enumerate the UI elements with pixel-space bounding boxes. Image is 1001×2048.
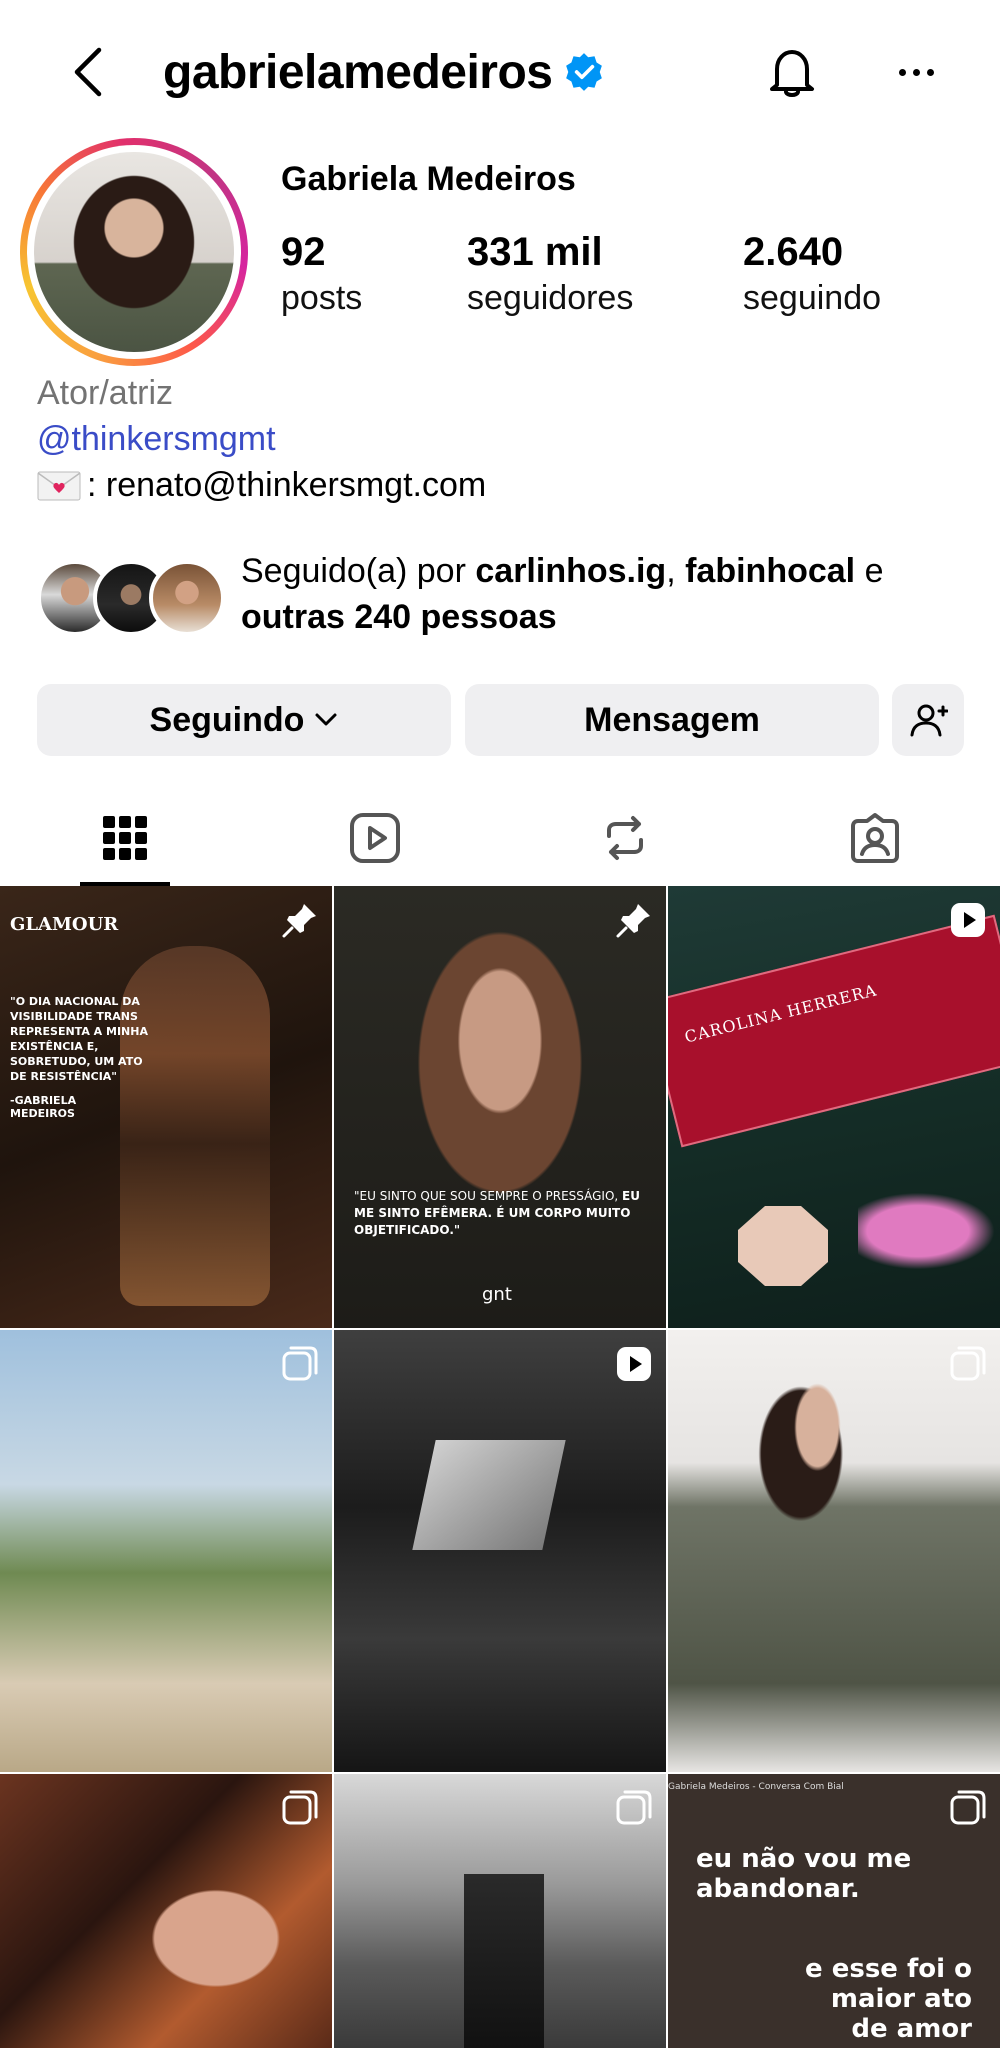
chevron-down-icon — [315, 713, 337, 726]
following-button[interactable]: Seguindo — [37, 684, 451, 756]
post-quote: "O DIA NACIONAL DA VISIBILIDADE TRANS RE… — [10, 995, 148, 1083]
post-thumbnail[interactable]: GLAMOUR "O DIA NACIONAL DA VISIBILIDADE … — [0, 886, 332, 1328]
product-cap — [738, 1206, 828, 1286]
tab-reposts[interactable] — [500, 790, 750, 886]
dot — [912, 68, 920, 76]
top-bar: gabrielamedeiros — [0, 0, 1001, 140]
channel-logo: gnt — [482, 1284, 512, 1305]
posts-grid: GLAMOUR "O DIA NACIONAL DA VISIBILIDADE … — [0, 886, 1001, 2048]
dot — [898, 68, 906, 76]
post-thumbnail[interactable] — [334, 1774, 666, 2048]
stat-following[interactable]: 2.640 seguindo — [743, 228, 881, 320]
caption-top: eu não vou me abandonar. — [696, 1844, 912, 1904]
post-thumbnail[interactable]: "EU SINTO QUE SOU SEMPRE O PRESSÁGIO, EU… — [334, 886, 666, 1328]
belt-buckle — [412, 1440, 566, 1550]
grid-icon — [103, 816, 147, 860]
tab-posts[interactable] — [0, 790, 250, 886]
carousel-icon — [282, 1790, 318, 1825]
conjunction: e — [855, 552, 884, 590]
stat-value: 331 mil — [467, 230, 603, 274]
profile-avatar — [34, 152, 234, 352]
message-button[interactable]: Mensagem — [465, 684, 879, 756]
quote-part: "EU SINTO QUE SOU SEMPRE O PRESSÁGIO, — [354, 1189, 623, 1203]
magazine-brand: GLAMOUR — [10, 914, 119, 935]
separator: , — [666, 552, 686, 590]
stat-followers[interactable]: 331 mil seguidores — [467, 228, 633, 320]
more-options-button[interactable] — [888, 42, 944, 102]
post-thumbnail[interactable] — [0, 1774, 332, 2048]
carousel-icon — [616, 1790, 652, 1825]
bio-contact: : renato@thinkersmgt.com — [37, 466, 486, 505]
carousel-icon — [282, 1346, 318, 1381]
carousel-icon — [950, 1346, 986, 1381]
followed-by-text[interactable]: Seguido(a) por carlinhos.ig, fabinhocal … — [241, 548, 981, 640]
notifications-button[interactable] — [762, 42, 822, 102]
profile-category: Ator/atriz — [37, 374, 174, 412]
contact-text: : renato@thinkersmgt.com — [87, 466, 487, 504]
carousel-icon — [950, 1790, 986, 1825]
stat-value: 92 — [281, 230, 326, 274]
figure-shape — [464, 1874, 544, 2048]
following-label: Seguindo — [149, 700, 305, 739]
profile-username: gabrielamedeiros — [163, 40, 605, 104]
add-person-icon — [910, 704, 948, 737]
post-thumbnail[interactable] — [334, 1330, 666, 1772]
post-thumbnail[interactable]: Gabriela Medeiros - Conversa Com Bial eu… — [668, 1774, 1000, 2048]
pin-icon — [282, 904, 316, 938]
mutual-user-2: fabinhocal — [685, 552, 856, 590]
story-ring[interactable] — [20, 138, 248, 366]
stat-label: posts — [281, 279, 363, 317]
display-name: Gabriela Medeiros — [281, 160, 576, 198]
bio-mention-link[interactable]: @thinkersmgmt — [37, 420, 276, 459]
reposts-icon — [607, 816, 643, 860]
post-thumbnail[interactable] — [668, 1330, 1000, 1772]
stat-label: seguidores — [467, 279, 634, 317]
mutual-others: outras 240 pessoas — [241, 598, 557, 636]
stat-label: seguindo — [743, 279, 882, 317]
love-letter-icon — [37, 471, 81, 500]
reels-icon — [350, 813, 400, 863]
dot — [926, 68, 934, 76]
reel-icon — [951, 903, 985, 937]
message-label: Mensagem — [584, 700, 760, 739]
pin-icon — [616, 904, 650, 938]
verified-badge-icon — [565, 53, 602, 91]
back-button[interactable] — [62, 40, 112, 104]
bell-icon — [770, 50, 814, 97]
tab-tagged[interactable] — [750, 790, 1000, 886]
avatar — [149, 560, 225, 636]
stat-value: 2.640 — [743, 230, 844, 274]
username-text: gabrielamedeiros — [163, 45, 553, 99]
caption-bottom: e esse foi o maior ato de amor — [805, 1954, 972, 2044]
suggested-users-button[interactable] — [892, 684, 964, 756]
avatar-border — [27, 145, 241, 359]
post-quote-author: -GABRIELA MEDEIROS — [10, 1094, 77, 1120]
post-thumbnail[interactable]: CAROLINA HERRERA — [668, 886, 1000, 1328]
mutual-followers-avatars[interactable] — [37, 560, 227, 638]
followed-by-prefix: Seguido(a) por — [241, 552, 476, 590]
tagged-icon — [851, 813, 899, 863]
post-quote: "EU SINTO QUE SOU SEMPRE O PRESSÁGIO, EU… — [354, 1188, 654, 1239]
post-thumbnail[interactable] — [0, 1330, 332, 1772]
profile-tabs — [0, 790, 1001, 886]
mutual-user-1: carlinhos.ig — [475, 552, 667, 590]
tab-reels[interactable] — [250, 790, 500, 886]
chevron-left-icon — [74, 47, 102, 97]
reel-icon — [617, 1347, 651, 1381]
stat-posts[interactable]: 92 posts — [281, 228, 362, 320]
tassel — [858, 1186, 1000, 1276]
